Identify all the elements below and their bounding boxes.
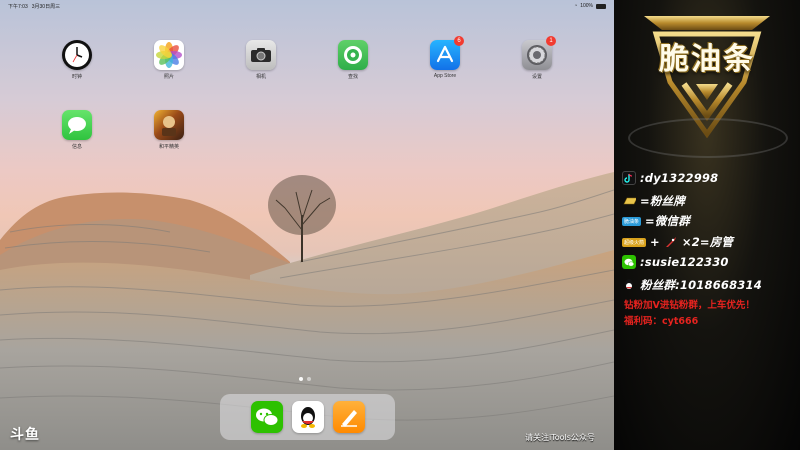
status-date: 3月30日周三: [31, 3, 61, 10]
logo-title: 脆油条: [659, 42, 755, 77]
tiktok-icon: [622, 171, 636, 185]
app-label: 相机: [255, 74, 266, 80]
wechat-group-text: =微信群: [645, 214, 690, 228]
plus-sign: +: [650, 235, 660, 249]
ipad-screen: 下午7:03 3月30日周三 ◔ 100% 时钟 照片 相机 查找 6 App …: [0, 0, 614, 450]
status-time: 下午7:03: [8, 3, 28, 10]
pages-icon[interactable]: [332, 401, 365, 433]
notification-badge: 1: [546, 36, 556, 46]
logo-ring: [628, 118, 788, 158]
app-label: 信息: [71, 144, 82, 150]
app-label: 设置: [531, 74, 542, 80]
app-camera[interactable]: 相机: [238, 40, 284, 80]
settings-gear-icon: 1: [522, 36, 556, 70]
battery-icon: [596, 3, 606, 9]
photos-icon: [154, 40, 184, 70]
wechat-id-row: :susie122330: [622, 255, 800, 269]
app-clock[interactable]: 时钟: [54, 40, 100, 80]
wechat-group-row: 脆油条 =微信群: [622, 213, 800, 229]
app-label: 查找: [347, 74, 358, 80]
app-settings[interactable]: 1 设置: [514, 36, 560, 80]
itools-note: 请关注iTools公众号: [525, 433, 595, 442]
douyu-watermark: 斗鱼: [10, 427, 40, 443]
promo-line-1: 钻粉加V进钻粉群，上车优先！: [624, 300, 755, 311]
app-find-my[interactable]: 查找: [330, 40, 376, 80]
app-game[interactable]: 和平精英: [146, 110, 192, 150]
promo-line-2: 福利码：cyt666: [624, 316, 699, 327]
app-label: App Store: [433, 73, 457, 79]
app-label: 和平精英: [158, 144, 179, 150]
fan-badge-row: =粉丝牌: [622, 193, 800, 209]
page-indicator[interactable]: [299, 377, 311, 381]
rocket-tag: 超级火箭: [622, 237, 647, 247]
fan-group-row: 粉丝群:1018668314: [622, 277, 800, 293]
app-app-store[interactable]: 6 App Store: [422, 36, 468, 79]
app-label: 时钟: [71, 74, 82, 80]
messages-icon: [62, 110, 92, 140]
streamer-info-panel: 脆油条 :dy1322998 =粉丝牌 脆油条 =微信群 超级火箭 + ×2=房…: [614, 0, 800, 450]
douyin-row: :dy1322998: [622, 171, 800, 185]
app-store-icon: 6: [430, 36, 464, 70]
page-dot-active: [299, 377, 303, 381]
wechat-icon: [622, 255, 636, 269]
fan-group-text: 粉丝群:1018668314: [640, 278, 762, 292]
group-tag: 脆油条: [622, 216, 642, 226]
status-bar: 下午7:03 3月30日周三 ◔ 100%: [0, 0, 614, 12]
dock: [220, 394, 395, 440]
wechat-id: :susie122330: [640, 255, 729, 269]
douyin-id: :dy1322998: [640, 171, 719, 185]
room-admin-text: ×2=房管: [681, 235, 734, 249]
app-messages[interactable]: 信息: [54, 110, 100, 150]
app-photos[interactable]: 照片: [146, 40, 192, 80]
clock-icon: [62, 40, 92, 70]
page-dot: [307, 377, 311, 381]
qq-icon: [622, 278, 636, 292]
rocket-icon: [664, 235, 678, 249]
find-my-icon: [338, 40, 368, 70]
game-icon: [154, 110, 184, 140]
fan-badge-text: =粉丝牌: [640, 194, 685, 208]
gold-bar-icon: [622, 194, 636, 208]
app-label: 照片: [163, 74, 174, 80]
camera-icon: [246, 40, 276, 70]
qq-icon[interactable]: [291, 401, 324, 433]
wifi-icon: ◔: [574, 3, 578, 9]
notification-badge: 6: [454, 36, 464, 46]
wechat-icon[interactable]: [250, 401, 283, 433]
room-admin-row: 超级火箭 + ×2=房管: [622, 234, 800, 250]
battery-percent: 100%: [580, 3, 593, 9]
